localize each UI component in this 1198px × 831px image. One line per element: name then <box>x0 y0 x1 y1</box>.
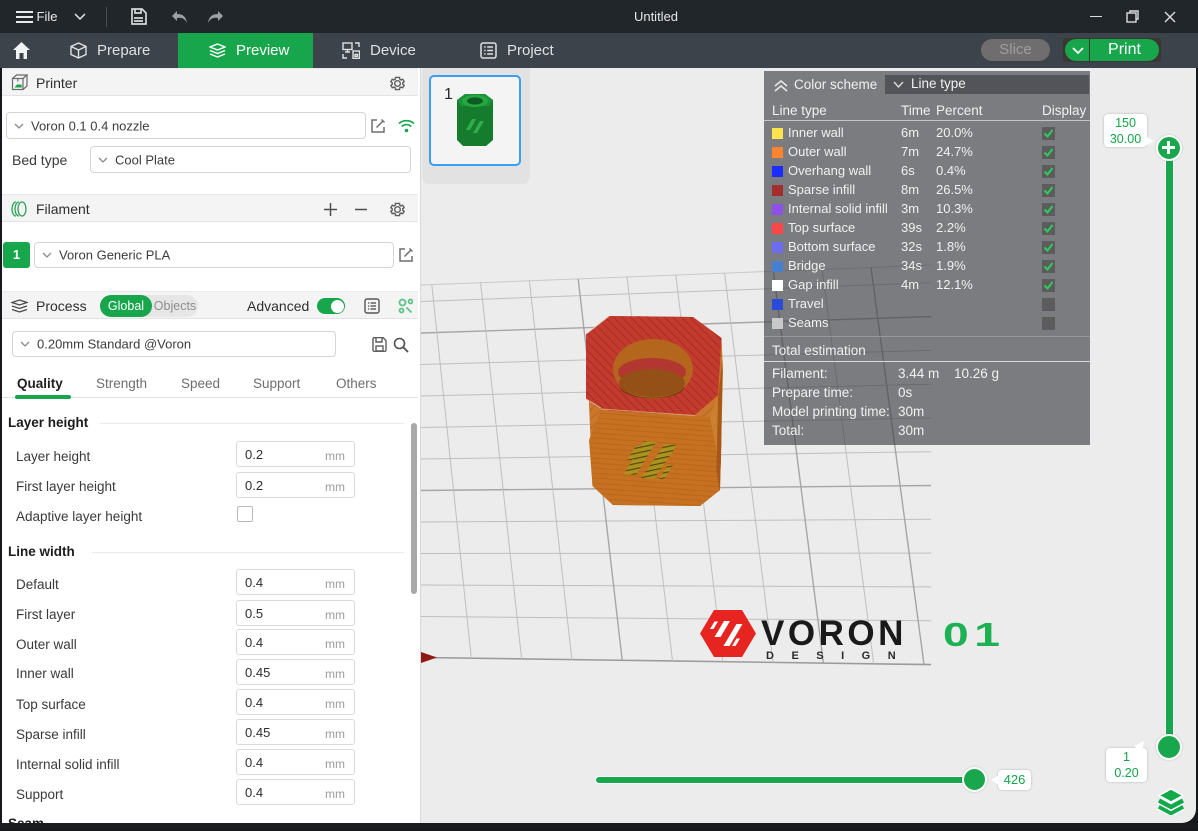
svg-text:VORON: VORON <box>761 614 907 653</box>
svg-text:01: 01 <box>943 616 1006 653</box>
svg-text:DESIGN: DESIGN <box>766 650 913 662</box>
